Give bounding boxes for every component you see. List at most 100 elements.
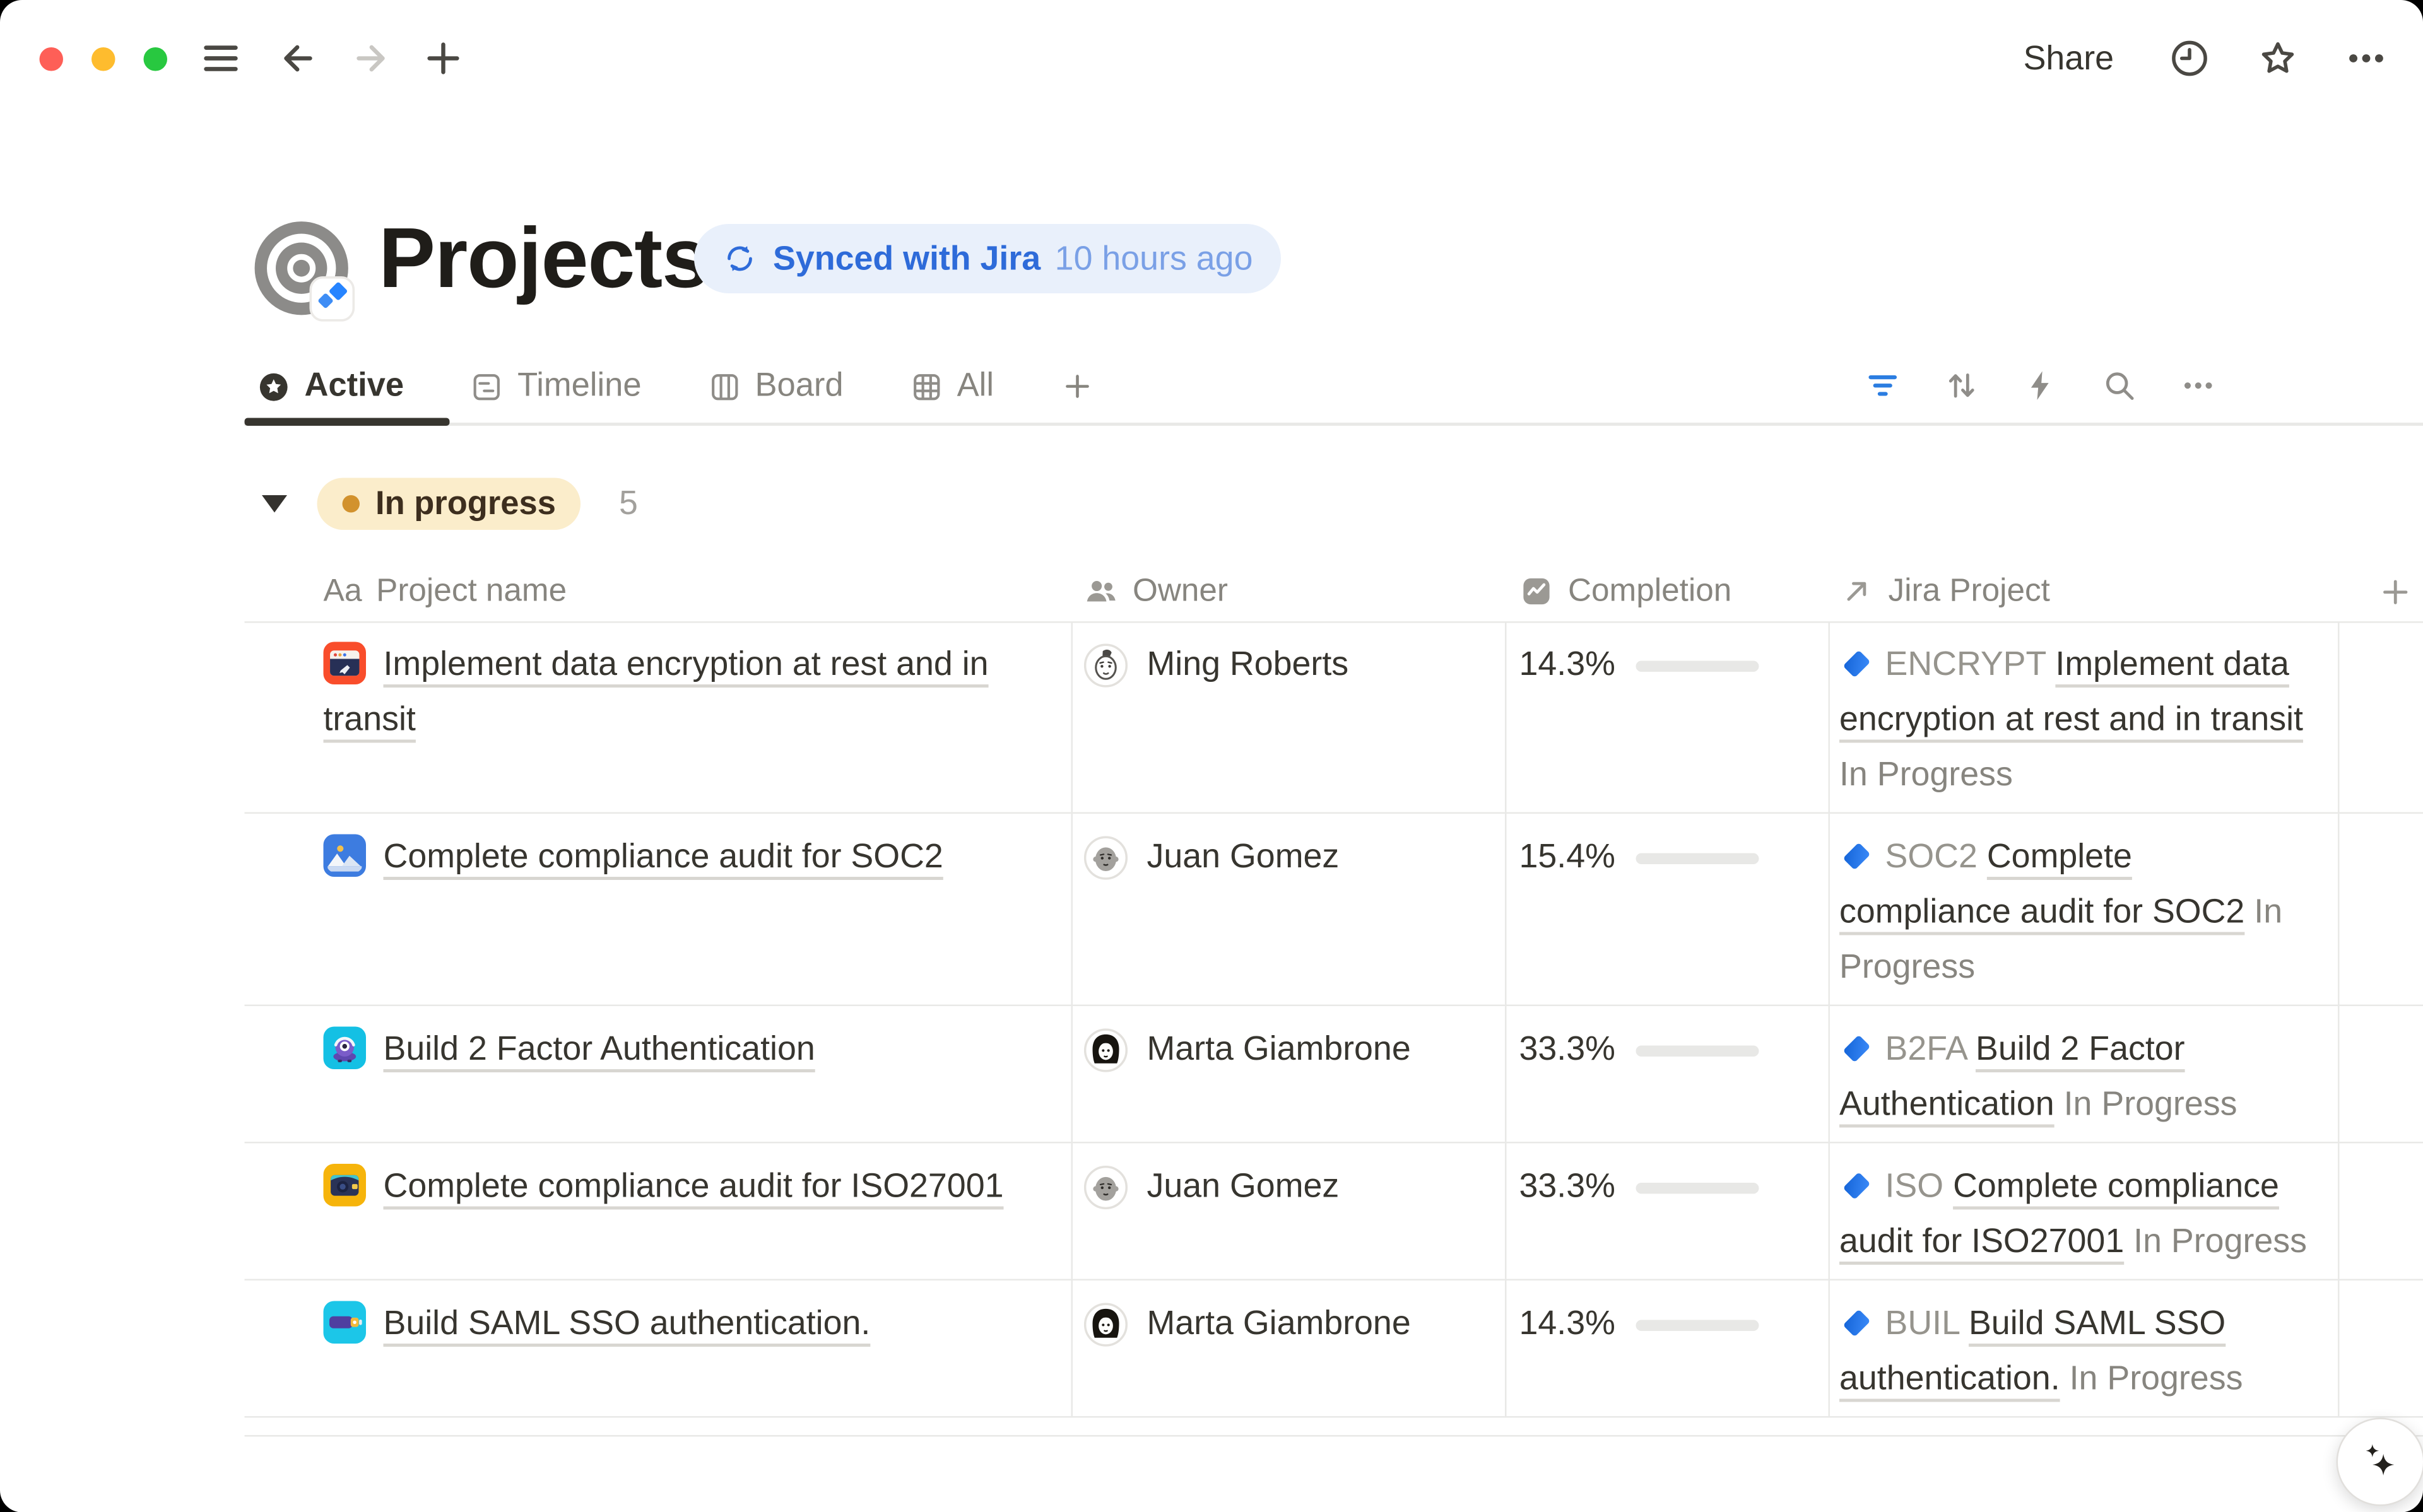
zoom-window-button[interactable] [144,47,168,71]
cell-empty [2340,621,2423,812]
completion-value: 14.3% [1519,637,1615,693]
tab-active[interactable]: Active [257,368,404,406]
group-header: In progress 5 [262,478,638,530]
sort-icon[interactable] [1943,368,1980,404]
group-status-pill[interactable]: In progress [317,478,581,530]
owner-name: Juan Gomez [1147,1159,1340,1215]
jira-project-key: ISO [1885,1167,1944,1205]
cell-jira-project[interactable]: ENCRYPT Implement data encryption at res… [1830,621,2340,812]
cell-completion[interactable]: 33.3% [1507,1144,1831,1279]
automation-bolt-icon[interactable] [2022,368,2059,404]
tab-label: Board [755,368,844,406]
jira-diamond-icon [1839,1303,1874,1337]
avatar [1084,643,1128,688]
filter-icon[interactable] [1865,368,1901,404]
jira-status: In Progress [2070,1359,2243,1397]
progress-bar [1636,660,1759,671]
cell-project-name[interactable]: Build 2 Factor Authentication [245,1006,1073,1142]
sidebar-menu-icon[interactable] [199,37,243,81]
cell-jira-project[interactable]: B2FA Build 2 Factor Authentication In Pr… [1830,1006,2340,1142]
active-tab-underline [245,418,450,425]
status-dot [343,495,360,513]
completion-value: 33.3% [1519,1159,1615,1215]
avatar [1084,1166,1128,1210]
project-title-link[interactable]: Complete compliance audit for ISO27001 [384,1167,1004,1205]
cell-empty [2340,1144,2423,1279]
column-header-completion[interactable]: Completion [1507,573,1831,611]
cell-owner[interactable]: Juan Gomez [1073,814,1507,1005]
completion-value: 14.3% [1519,1296,1615,1352]
owner-name: Marta Giambrone [1147,1296,1411,1352]
tab-label: Timeline [517,368,641,406]
cell-completion[interactable]: 14.3% [1507,621,1831,812]
forward-icon[interactable] [350,38,391,79]
tab-all[interactable]: All [910,368,994,406]
view-more-icon[interactable] [2180,368,2217,404]
cell-project-name[interactable]: Build SAML SSO authentication. [245,1281,1073,1416]
chart-icon [1519,574,1554,609]
jira-project-key: B2FA [1885,1030,1967,1068]
tab-timeline[interactable]: Timeline [470,368,641,406]
cell-empty [2340,1006,2423,1142]
jira-diamond-icon [1839,1028,1874,1063]
cell-owner[interactable]: Marta Giambrone [1073,1006,1507,1142]
page-icon-target[interactable] [251,218,362,328]
cell-project-name[interactable]: Complete compliance audit for SOC2 [245,814,1073,1005]
back-icon[interactable] [278,38,319,79]
project-emoji-icon [324,835,367,877]
cell-jira-project[interactable]: BUIL Build SAML SSO authentication. In P… [1830,1281,2340,1416]
close-window-button[interactable] [40,47,64,71]
sync-badge-label: Synced with Jira [773,239,1041,279]
jira-project-key: ENCRYPT [1885,645,2046,683]
jira-diamond-icon [1839,836,1874,870]
column-header-extra: • [2340,571,2423,612]
project-title-link[interactable]: Build SAML SSO authentication. [384,1304,871,1342]
add-view-icon[interactable] [1060,369,1095,404]
cell-jira-project[interactable]: ISO Complete compliance audit for ISO270… [1830,1144,2340,1279]
column-label: Project name [376,573,567,611]
progress-bar [1636,1045,1759,1056]
column-header-owner[interactable]: Owner [1073,573,1507,611]
table-row: Complete compliance audit for SOC2 Juan … [245,814,2423,1006]
jira-diamond-icon [1839,1166,1874,1200]
cell-jira-project[interactable]: SOC2 Complete compliance audit for SOC2 … [1830,814,2340,1005]
cell-completion[interactable]: 14.3% [1507,1281,1831,1416]
history-clock-icon[interactable] [2167,37,2212,81]
project-title-link[interactable]: Complete compliance audit for SOC2 [384,838,943,876]
cell-completion[interactable]: 33.3% [1507,1006,1831,1142]
notion-ai-button[interactable] [2337,1418,2423,1506]
share-button[interactable]: Share [2024,38,2114,78]
progress-bar [1636,1319,1759,1330]
completion-value: 15.4% [1519,829,1615,885]
favorite-star-icon[interactable] [2256,37,2300,81]
completion-value: 33.3% [1519,1022,1615,1077]
jira-sync-badge[interactable]: Synced with Jira 10 hours ago [694,224,1281,293]
jira-project-key: BUIL [1885,1304,1960,1342]
search-icon[interactable] [2101,368,2138,404]
minimize-window-button[interactable] [91,47,115,71]
group-count: 5 [619,484,638,524]
cell-completion[interactable]: 15.4% [1507,814,1831,1005]
add-column-icon[interactable] [2378,573,2414,610]
cell-project-name[interactable]: Complete compliance audit for ISO27001 [245,1144,1073,1279]
cell-owner[interactable]: Marta Giambrone [1073,1281,1507,1416]
more-options-icon[interactable] [2344,37,2388,81]
cell-owner[interactable]: Ming Roberts [1073,621,1507,812]
cell-owner[interactable]: Juan Gomez [1073,1144,1507,1279]
avatar [1084,836,1128,880]
owner-name: Juan Gomez [1147,829,1340,885]
table-row: Implement data encryption at rest and in… [245,621,2423,814]
timeline-icon [470,370,504,403]
tab-board[interactable]: Board [708,368,844,406]
collapse-group-icon[interactable] [262,495,287,513]
table-row: Complete compliance audit for ISO27001 J… [245,1144,2423,1281]
column-header-project-name[interactable]: Aa Project name [245,573,1073,611]
avatar [1084,1028,1128,1072]
new-tab-icon[interactable] [422,37,466,81]
progress-bar [1636,852,1759,864]
column-header-jira-project[interactable]: Jira Project [1830,573,2340,611]
project-title-link[interactable]: Implement data encryption at rest and in… [324,645,989,739]
jira-diamond-icon [1839,643,1874,678]
cell-project-name[interactable]: Implement data encryption at rest and in… [245,621,1073,812]
project-title-link[interactable]: Build 2 Factor Authentication [384,1030,815,1068]
